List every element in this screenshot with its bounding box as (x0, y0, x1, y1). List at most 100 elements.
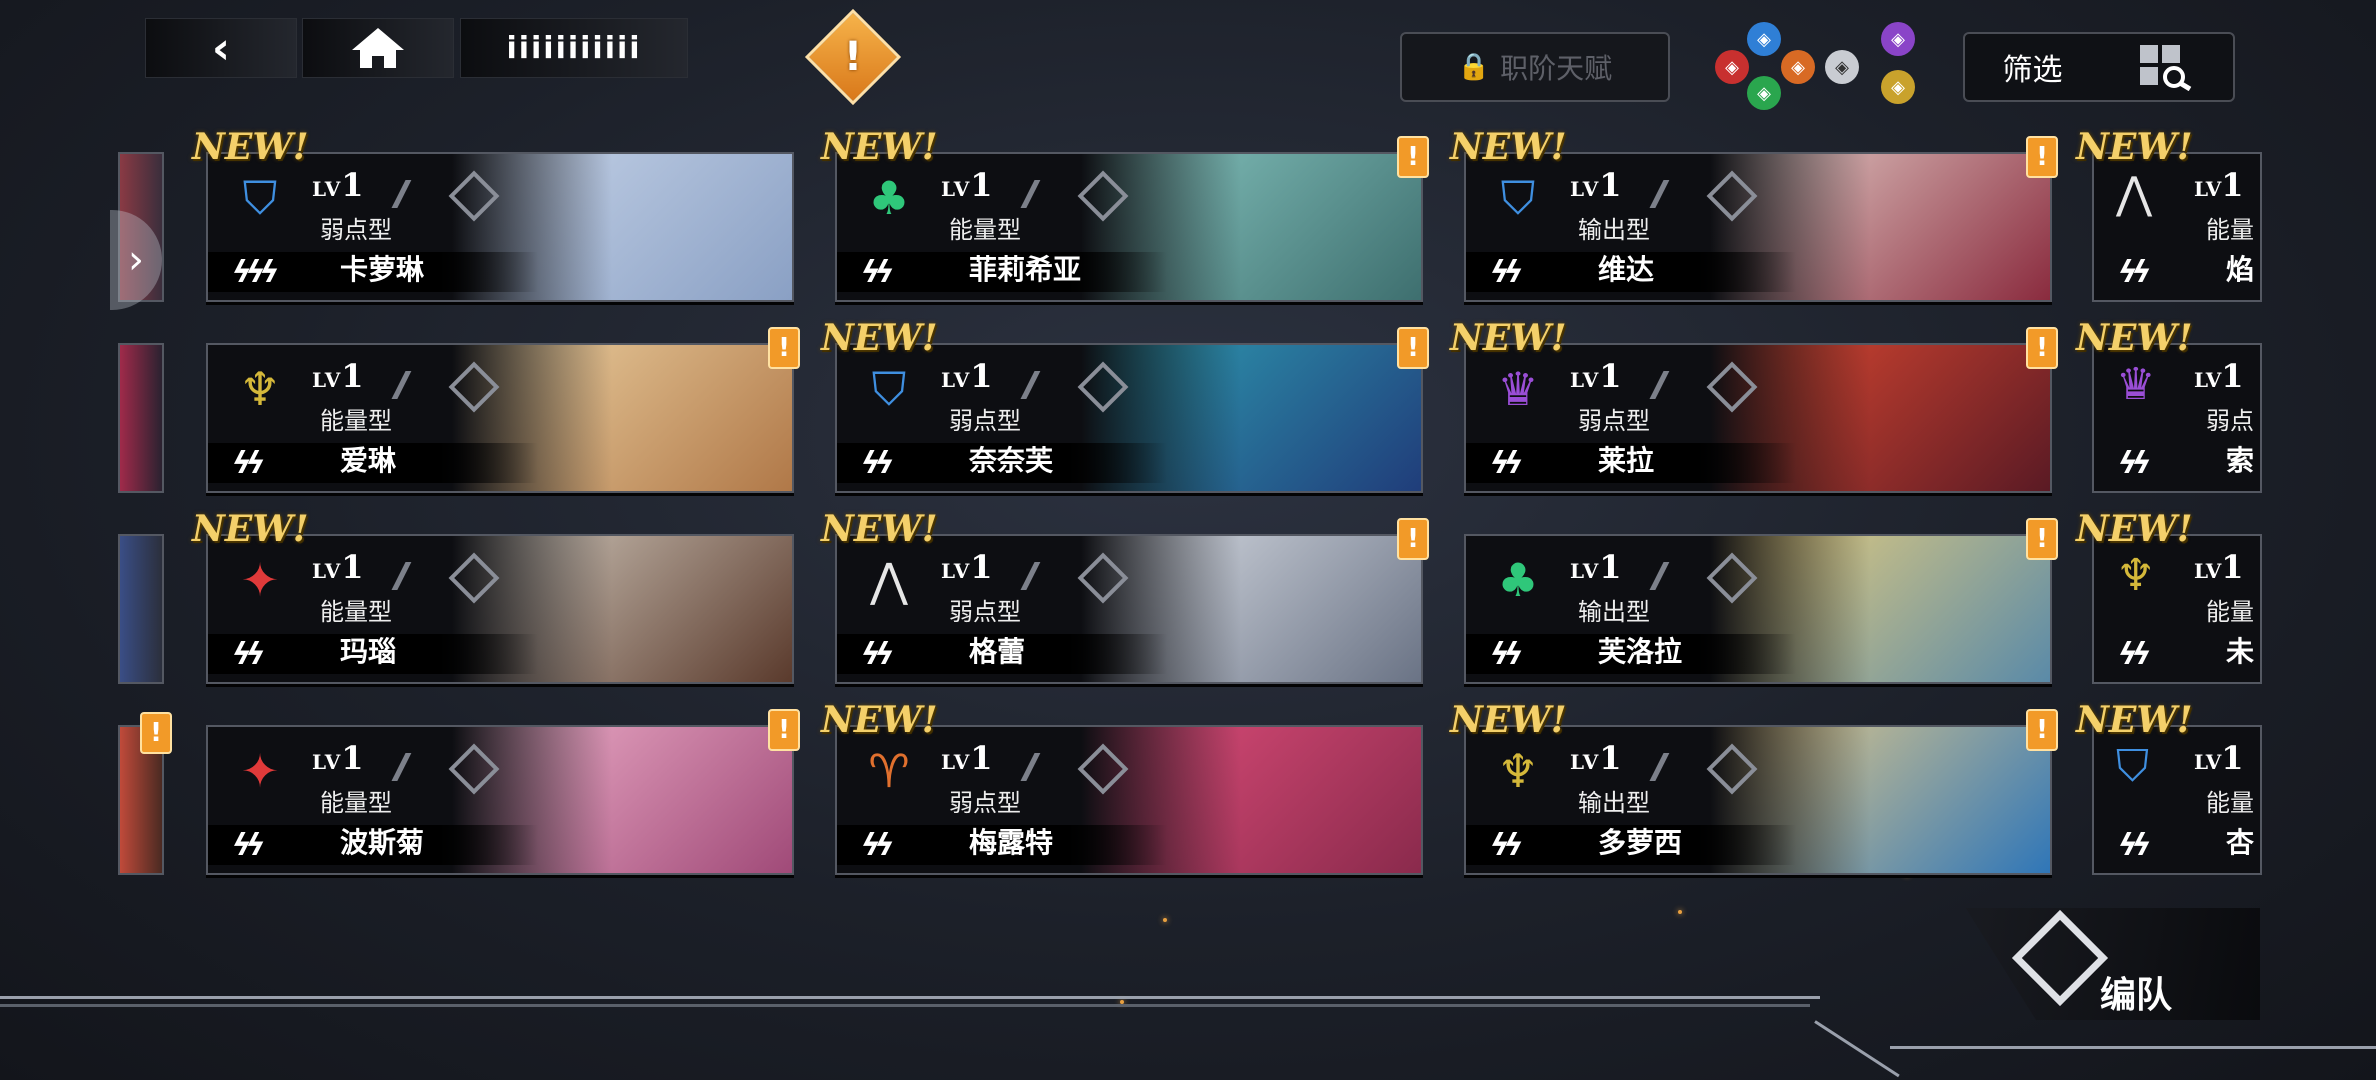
character-card[interactable]: ✦ LV1 /// 能量型 ϟϟ 波斯菊 (206, 725, 794, 875)
character-name: 爱琳 (340, 444, 397, 477)
filter-button[interactable]: 筛选 (1963, 32, 2235, 102)
new-tag: NEW! (821, 317, 938, 359)
role-label: 能量型 (320, 789, 392, 817)
divider-line (1814, 1020, 1900, 1078)
alert-badge: ! (2026, 709, 2058, 751)
cup-icon: ♆ (1497, 744, 1539, 798)
character-card[interactable]: ⛉ LV1 /// 输出型 ϟϟ 维达 (1464, 152, 2052, 302)
character-card[interactable]: ♆ LV1 /// 能量型 ϟϟ 爱琳 (206, 343, 794, 493)
rarity-stars: ϟϟ (2118, 828, 2152, 863)
right-partial-card[interactable]: ♆ LV1 能量 ϟϟ 未 (2092, 534, 2262, 684)
rarity-stars: ϟϟ (861, 255, 895, 290)
element-red-icon[interactable]: ◈ (1715, 50, 1749, 84)
tree-icon: ♣ (1497, 553, 1539, 607)
tab-button[interactable]: iiiiiiiiiii (460, 18, 688, 78)
filter-grid-icon (2139, 45, 2191, 91)
team-formation-button[interactable]: 编队 (1940, 908, 2260, 1020)
new-tag: NEW! (2076, 126, 2193, 168)
new-tag: NEW! (2076, 508, 2193, 550)
rarity-stars: ϟϟ (2118, 637, 2152, 672)
alert-badge: ! (768, 327, 800, 369)
level-label: LV1 (2194, 548, 2244, 586)
rarity-stars: ϟϟ (1490, 446, 1524, 481)
character-card[interactable]: ✦ LV1 /// 能量型 ϟϟ 玛瑙 (206, 534, 794, 684)
level-label: LV1 (312, 548, 365, 586)
role-label: 能量型 (320, 598, 392, 626)
character-name: 未 (2226, 635, 2255, 668)
left-partial-card[interactable] (118, 534, 164, 684)
right-partial-card[interactable]: ♛ LV1 弱点 ϟϟ 索 (2092, 343, 2262, 493)
level-label: LV1 (941, 739, 994, 777)
element-orange-icon[interactable]: ◈ (1781, 50, 1815, 84)
character-card[interactable]: ♈ LV1 /// 弱点型 ϟϟ 梅露特 (835, 725, 1423, 875)
rarity-stars: ϟϟ (1490, 255, 1524, 290)
element-blue-icon[interactable]: ◈ (1747, 22, 1781, 56)
stripes-decoration: /// (1652, 556, 1667, 596)
left-partial-card[interactable] (118, 343, 164, 493)
role-label: 弱点型 (320, 216, 392, 244)
rarity-stars: ϟϟ (861, 828, 895, 863)
character-card[interactable]: ⛉ LV1 /// 弱点型 ϟϟ 奈奈芙 (835, 343, 1423, 493)
character-card[interactable]: ♣ LV1 /// 能量型 ϟϟ 菲莉希亚 (835, 152, 1423, 302)
right-partial-card[interactable]: ⋀ LV1 能量 ϟϟ 焰 (2092, 152, 2262, 302)
stripes-decoration: /// (394, 556, 409, 596)
shield-v-icon: ⛉ (1500, 171, 1536, 225)
rarity-stars: ϟϟ (232, 637, 266, 672)
level-label: LV1 (312, 357, 365, 395)
stripes-decoration: /// (1652, 174, 1667, 214)
role-label: 输出型 (1578, 598, 1650, 626)
right-partial-card[interactable]: ⛉ LV1 能量 ϟϟ 杏 (2092, 725, 2262, 875)
filter-label: 筛选 (2002, 53, 2063, 88)
element-green-icon[interactable]: ◈ (1747, 76, 1781, 110)
character-name: 梅露特 (969, 826, 1054, 859)
level-label: LV1 (2194, 357, 2244, 395)
element-purple-icon[interactable]: ◈ (1881, 22, 1915, 56)
crown-icon: ♛ (1497, 362, 1539, 416)
role-label: 输出型 (1578, 789, 1650, 817)
role-label: 弱点型 (949, 598, 1021, 626)
element-gold-icon[interactable]: ◈ (1881, 70, 1915, 104)
character-card[interactable]: ⛉ LV1 /// 弱点型 ϟϟϟ 卡萝琳 (206, 152, 794, 302)
role-label: 输出型 (1578, 216, 1650, 244)
chevron-left-icon: ‹ (211, 22, 231, 74)
level-label: LV1 (1570, 166, 1623, 204)
element-filter-icons[interactable]: ◈ ◈ ◈ ◈ ◈ ◈ ◈ (1695, 20, 1965, 110)
rarity-stars: ϟϟ (2118, 446, 2152, 481)
divider-line (0, 1004, 1810, 1007)
role-label: 能量 (2206, 598, 2254, 626)
class-talent-button[interactable]: 🔒 职阶天赋 (1400, 32, 1670, 102)
tab-label: iiiiiiiiiii (506, 30, 642, 66)
alert-badge: ! (140, 712, 172, 754)
character-name: 芙洛拉 (1598, 635, 1683, 668)
alert-badge: ! (1397, 518, 1429, 560)
back-button[interactable]: ‹ (145, 18, 297, 78)
level-label: LV1 (312, 166, 365, 204)
level-label: LV1 (1570, 357, 1623, 395)
alert-badge: ! (1397, 327, 1429, 369)
cup-icon: ♆ (239, 362, 281, 416)
stripes-decoration: /// (1652, 365, 1667, 405)
role-label: 能量型 (949, 216, 1021, 244)
home-button[interactable] (302, 18, 454, 78)
role-label: 弱点型 (949, 789, 1021, 817)
divider-line (0, 996, 1820, 999)
character-name: 玛瑙 (340, 635, 397, 668)
role-label: 能量 (2206, 789, 2254, 817)
new-tag: NEW! (2076, 699, 2193, 741)
level-label: LV1 (2194, 166, 2244, 204)
alert-badge: ! (2026, 136, 2058, 178)
rarity-stars: ϟϟ (232, 446, 266, 481)
character-name: 卡萝琳 (340, 253, 425, 286)
alert-icon[interactable]: ! (804, 8, 902, 106)
new-tag: NEW! (1450, 126, 1567, 168)
ram-icon: ♈ (868, 744, 910, 798)
character-card[interactable]: ♣ LV1 /// 输出型 ϟϟ 芙洛拉 (1464, 534, 2052, 684)
character-card[interactable]: ♆ LV1 /// 输出型 ϟϟ 多萝西 (1464, 725, 2052, 875)
home-icon (352, 28, 404, 68)
character-card[interactable]: ⋀ LV1 /// 弱点型 ϟϟ 格蕾 (835, 534, 1423, 684)
role-label: 弱点型 (1578, 407, 1650, 435)
character-card[interactable]: ♛ LV1 /// 弱点型 ϟϟ 莱拉 (1464, 343, 2052, 493)
role-label: 能量型 (320, 407, 392, 435)
element-white-icon[interactable]: ◈ (1825, 50, 1859, 84)
spark (1163, 918, 1167, 922)
